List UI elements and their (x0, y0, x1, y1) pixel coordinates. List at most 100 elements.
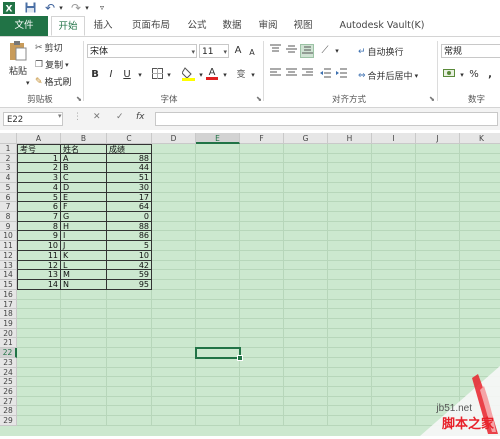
sheet-cell[interactable] (152, 270, 196, 281)
sheet-cell[interactable] (284, 182, 328, 193)
sheet-cell[interactable] (284, 192, 328, 203)
sheet-cell[interactable] (240, 153, 284, 164)
sheet-cell[interactable] (196, 280, 240, 290)
sheet-cell[interactable] (61, 416, 107, 426)
sheet-cell[interactable] (196, 163, 240, 174)
sheet-cell[interactable] (328, 416, 372, 426)
row-header[interactable]: 10 (0, 231, 17, 242)
sheet-cell[interactable] (17, 387, 61, 397)
sheet-cell[interactable] (372, 182, 416, 193)
sheet-cell[interactable] (328, 348, 372, 358)
sheet-cell[interactable] (416, 212, 460, 222)
undo-button[interactable]: ↶ (44, 1, 56, 15)
sheet-cell[interactable] (196, 328, 240, 339)
sheet-cell[interactable]: 6 (17, 202, 61, 213)
sheet-cell[interactable] (416, 182, 460, 193)
alignment-launcher-icon[interactable]: ⬊ (429, 95, 435, 103)
sheet-cell[interactable] (107, 328, 152, 339)
sheet-cell[interactable]: 51 (107, 173, 152, 183)
sheet-cell[interactable] (240, 387, 284, 397)
sheet-cell[interactable] (416, 318, 460, 329)
sheet-cell[interactable] (17, 309, 61, 319)
sheet-cell[interactable] (17, 318, 61, 329)
sheet-cell[interactable] (284, 396, 328, 407)
column-header[interactable]: B (61, 133, 107, 144)
sheet-cell[interactable] (328, 153, 372, 164)
sheet-cell[interactable]: 17 (107, 192, 152, 203)
row-header[interactable]: 12 (0, 250, 17, 261)
sheet-cell[interactable] (240, 338, 284, 349)
sheet-cell[interactable] (328, 202, 372, 213)
sheet-cell[interactable] (61, 406, 107, 417)
sheet-cell[interactable] (284, 250, 328, 261)
sheet-cell[interactable]: 7 (17, 212, 61, 222)
sheet-cell[interactable] (284, 163, 328, 174)
sheet-cell[interactable] (460, 173, 500, 183)
sheet-cell[interactable] (240, 348, 284, 358)
sheet-cell[interactable] (284, 416, 328, 426)
sheet-cell[interactable] (107, 416, 152, 426)
sheet-cell[interactable] (196, 309, 240, 319)
format-painter-button[interactable]: ✎ 格式刷 (35, 75, 72, 89)
sheet-cell[interactable] (107, 289, 152, 300)
sheet-cell[interactable] (152, 338, 196, 349)
bold-button[interactable]: B (88, 68, 102, 82)
sheet-cell[interactable] (416, 299, 460, 310)
sheet-cell[interactable] (416, 270, 460, 281)
sheet-cell[interactable] (196, 173, 240, 183)
number-format-select[interactable]: 常规 (441, 44, 500, 58)
sheet-cell[interactable] (107, 299, 152, 310)
align-bottom-button[interactable] (300, 44, 314, 58)
sheet-cell[interactable]: 1 (17, 153, 61, 164)
sheet-cell[interactable] (196, 153, 240, 164)
sheet-cell[interactable] (196, 231, 240, 242)
undo-dropdown-icon[interactable]: ▾ (57, 1, 65, 14)
sheet-cell[interactable] (328, 328, 372, 339)
align-left-button[interactable] (268, 68, 282, 82)
sheet-cell[interactable]: 64 (107, 202, 152, 213)
sheet-cell[interactable] (416, 202, 460, 213)
sheet-cell[interactable] (328, 387, 372, 397)
sheet-cell[interactable] (284, 202, 328, 213)
sheet-cell[interactable] (152, 318, 196, 329)
sheet-cell[interactable] (328, 289, 372, 300)
tab-view[interactable]: 视图 (288, 16, 318, 36)
underline-dropdown-icon[interactable]: ▾ (133, 68, 147, 82)
sheet-cell[interactable] (240, 192, 284, 203)
sheet-cell[interactable]: 88 (107, 153, 152, 164)
merge-dropdown-icon[interactable]: ▾ (415, 72, 419, 80)
sheet-cell[interactable] (240, 367, 284, 378)
sheet-cell[interactable]: K (61, 250, 107, 261)
sheet-cell[interactable] (284, 270, 328, 281)
formula-input[interactable] (155, 112, 498, 126)
sheet-cell[interactable] (372, 250, 416, 261)
sheet-cell[interactable] (107, 396, 152, 407)
sheet-cell[interactable] (460, 270, 500, 281)
sheet-cell[interactable] (416, 163, 460, 174)
cut-button[interactable]: ✂ 剪切 (35, 41, 63, 55)
sheet-cell[interactable] (196, 192, 240, 203)
fill-color-button[interactable] (180, 66, 195, 81)
sheet-cell[interactable] (460, 329, 500, 339)
sheet-cell[interactable] (240, 328, 284, 339)
sheet-cell[interactable]: 姓名 (61, 144, 107, 154)
sheet-cell[interactable] (152, 163, 196, 174)
column-header[interactable]: I (372, 133, 416, 144)
sheet-cell[interactable] (240, 221, 284, 232)
sheet-cell[interactable] (416, 280, 460, 290)
sheet-cell[interactable] (152, 289, 196, 300)
column-header[interactable]: C (107, 133, 152, 144)
sheet-cell[interactable] (372, 318, 416, 329)
tab-data[interactable]: 数据 (217, 16, 247, 36)
orientation-dropdown-icon[interactable]: ▾ (330, 44, 344, 58)
sheet-cell[interactable] (460, 348, 500, 358)
decrease-indent-button[interactable] (318, 68, 332, 82)
sheet-cell[interactable] (240, 202, 284, 213)
sheet-cell[interactable]: 10 (17, 241, 61, 251)
sheet-cell[interactable] (372, 163, 416, 174)
sheet-cell[interactable] (196, 289, 240, 300)
sheet-cell[interactable]: 10 (107, 250, 152, 261)
sheet-cell[interactable] (61, 357, 107, 368)
borders-dropdown-icon[interactable]: ▾ (162, 68, 176, 82)
sheet-cell[interactable] (460, 183, 500, 193)
